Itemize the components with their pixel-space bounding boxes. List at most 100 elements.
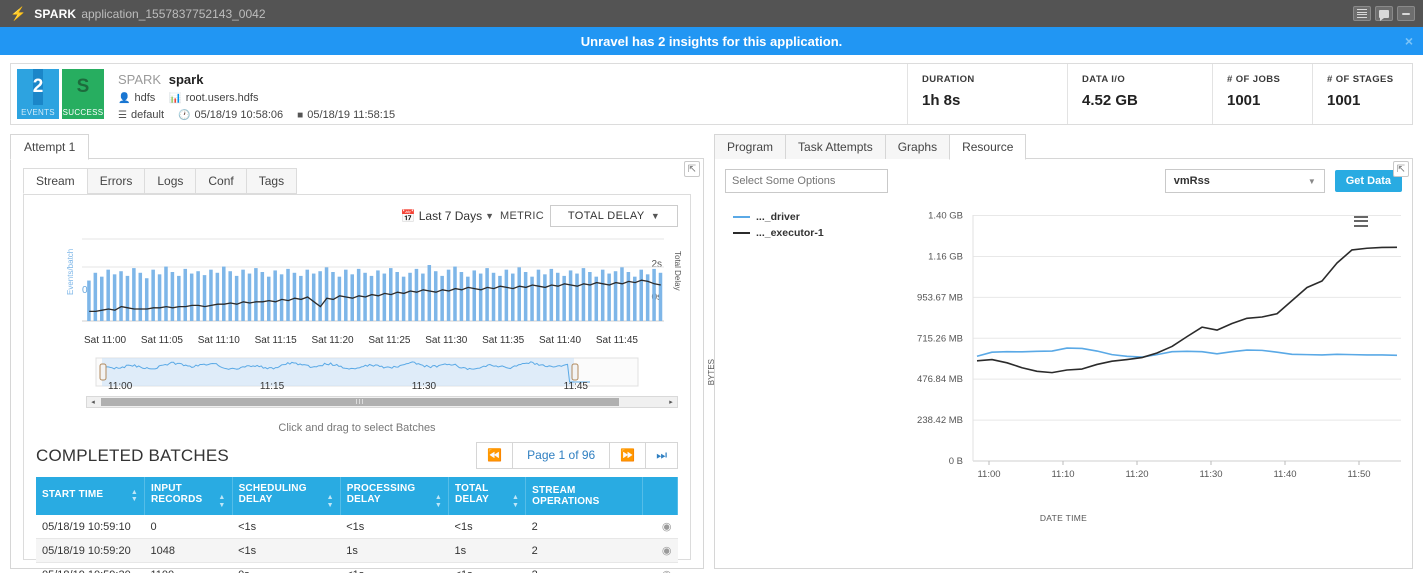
subtab-logs[interactable]: Logs — [144, 168, 196, 194]
cell-start-time: 05/18/19 10:59:20 — [36, 539, 144, 563]
cell-start-time: 05/18/19 10:59:30 — [36, 563, 144, 573]
kpi-jobs: # OF JOBS 1001 — [1212, 64, 1312, 124]
chevron-down-icon: ▼ — [651, 211, 660, 221]
cell-input-records: 1100 — [144, 563, 232, 573]
column-stream-operations[interactable]: STREAM OPERATIONS — [526, 477, 643, 515]
subtab-conf[interactable]: Conf — [195, 168, 246, 194]
sort-icon: ▲ ▼ — [218, 494, 225, 509]
subtab-stream[interactable]: Stream — [23, 168, 88, 194]
subtab-errors[interactable]: Errors — [87, 168, 146, 194]
stream-xlabel: Sat 11:05 — [141, 335, 183, 346]
resource-chart[interactable]: ..._driver ..._executor-1 0 B 238.42 MB 47… — [715, 199, 1412, 529]
kpi-data-io-value: 4.52 GB — [1082, 92, 1198, 109]
scrollbar-thumb[interactable]: III — [101, 398, 619, 406]
svg-text:0 B: 0 B — [949, 456, 963, 467]
stream-subtabs: Stream Errors Logs Conf Tags — [11, 159, 703, 194]
kpi-duration-value: 1h 8s — [922, 92, 1053, 109]
drag-hint-text: Click and drag to select Batches — [24, 408, 690, 434]
stream-xlabel: Sat 11:35 — [482, 335, 524, 346]
expand-right-panel-icon[interactable]: ⇱ — [1393, 161, 1409, 177]
column-start-time[interactable]: START TIME ▲ ▼ — [36, 477, 144, 515]
kpi-stages-label: # OF STAGES — [1327, 74, 1398, 85]
sort-icon: ▲ ▼ — [435, 494, 442, 509]
column-processing-delay[interactable]: PROCESSING DELAY ▲ ▼ — [340, 477, 448, 515]
table-row[interactable]: 05/18/19 10:59:30 1100 0s <1s <1s 2 ◉ — [36, 563, 678, 573]
app-owner-row: 👤 hdfs 📊 root.users.hdfs — [118, 92, 907, 104]
close-icon[interactable]: × — [1405, 34, 1413, 48]
stream-xlabel: Sat 11:10 — [198, 335, 240, 346]
cell-stream-operations: 2 — [526, 563, 643, 573]
user-icon: 👤 — [118, 93, 130, 104]
tab-resource[interactable]: Resource — [949, 134, 1026, 160]
app-pool-label: default — [131, 109, 164, 121]
app-kind: SPARK — [118, 72, 161, 87]
sort-icon: ▲ ▼ — [512, 494, 519, 509]
tab-program[interactable]: Program — [714, 134, 786, 160]
kpi-data-io: DATA I/O 4.52 GB — [1067, 64, 1212, 124]
minimize-icon[interactable] — [1397, 6, 1415, 21]
summary-badges: 2 EVENTS S SUCCESS — [11, 64, 104, 124]
column-total-delay[interactable]: TOTAL DELAY ▲ ▼ — [449, 477, 526, 515]
get-data-button[interactable]: Get Data — [1335, 170, 1402, 192]
insight-banner[interactable]: Unravel has 2 insights for this applicat… — [0, 27, 1423, 55]
navigator-xlabel: 11:45 — [564, 381, 588, 392]
column-input-records[interactable]: INPUT RECORDS ▲ ▼ — [144, 477, 232, 515]
svg-text:238.42 MB: 238.42 MB — [917, 415, 963, 426]
page-last-button[interactable]: ⏭ — [646, 443, 677, 468]
table-row[interactable]: 05/18/19 10:59:10 0 <1s <1s <1s 2 ◉ — [36, 515, 678, 539]
titlebar-app-id: application_1557837752143_0042 — [81, 7, 265, 21]
resource-chart-canvas: 0 B 238.42 MB 476.84 MB 715.26 MB 953.67 MB 1… — [715, 199, 1412, 529]
options-select-input[interactable] — [725, 169, 888, 193]
cell-input-records: 1048 — [144, 539, 232, 563]
application-meta: SPARK spark 👤 hdfs 📊 root.users.hdfs ☰ d… — [104, 64, 907, 124]
right-panel: Program Task Attempts Graphs Resource ⇱ … — [714, 133, 1413, 555]
svg-text:11:00: 11:00 — [977, 469, 1000, 480]
kpi-group: DURATION 1h 8s DATA I/O 4.52 GB # OF JOB… — [907, 64, 1412, 124]
cell-stream-operations: 2 — [526, 539, 643, 563]
tab-graphs[interactable]: Graphs — [885, 134, 950, 160]
app-time-row: ☰ default 🕐 05/18/19 10:58:06 ■ 05/18/19… — [118, 109, 907, 121]
window-controls — [1353, 6, 1417, 21]
eye-icon[interactable]: ◉ — [662, 569, 672, 573]
tab-task-attempts[interactable]: Task Attempts — [785, 134, 886, 160]
stream-chart-xlabels: Sat 11:00 Sat 11:05 Sat 11:10 Sat 11:15 … — [24, 333, 690, 346]
resource-metric-dropdown[interactable]: vmRss ▼ — [1165, 169, 1325, 193]
app-name: spark — [169, 72, 204, 87]
stop-icon: ■ — [297, 110, 303, 121]
kpi-jobs-label: # OF JOBS — [1227, 74, 1298, 85]
stream-xlabel: Sat 11:00 — [84, 335, 126, 346]
column-scheduling-delay[interactable]: SCHEDULING DELAY ▲ ▼ — [232, 477, 340, 515]
tab-attempt-1[interactable]: Attempt 1 — [10, 134, 89, 160]
page-prev-button[interactable]: ⏪ — [477, 443, 513, 468]
scroll-right-arrow-icon[interactable]: ▸ — [665, 397, 677, 407]
page-next-button[interactable]: ⏩ — [610, 443, 646, 468]
comment-icon[interactable] — [1375, 6, 1393, 21]
stream-xlabel: Sat 11:15 — [255, 335, 297, 346]
cell-scheduling-delay: 0s — [232, 563, 340, 573]
metric-dropdown[interactable]: TOTAL DELAY ▼ — [550, 205, 678, 227]
stream-xlabel: Sat 11:40 — [539, 335, 581, 346]
pagination-control: ⏪ Page 1 of 96 ⏩ ⏭ — [476, 442, 678, 469]
events-badge[interactable]: 2 EVENTS — [17, 69, 59, 119]
stream-delay-chart[interactable]: Events/batch 0 2s 0s Total Delay — [24, 233, 690, 333]
list-icon[interactable] — [1353, 6, 1371, 21]
right-panel-body: ⇱ vmRss ▼ Get Data ..._driver — [714, 159, 1413, 569]
subtab-tags[interactable]: Tags — [246, 168, 297, 194]
time-range-selector[interactable]: 📅 Last 7 Days ▼ — [401, 209, 494, 223]
eye-icon[interactable]: ◉ — [662, 521, 672, 533]
cell-start-time: 05/18/19 10:59:10 — [36, 515, 144, 539]
table-body: 05/18/19 10:59:10 0 <1s <1s <1s 2 ◉ 05/1… — [36, 515, 678, 573]
cell-processing-delay: <1s — [340, 515, 448, 539]
metric-dropdown-value: TOTAL DELAY — [568, 210, 645, 222]
application-summary-card: 2 EVENTS S SUCCESS SPARK spark 👤 hdfs 📊 … — [10, 63, 1413, 125]
table-row[interactable]: 05/18/19 10:59:20 1048 <1s 1s 1s 2 ◉ — [36, 539, 678, 563]
scroll-left-arrow-icon[interactable]: ◂ — [87, 397, 99, 407]
sort-icon: ▲ ▼ — [327, 494, 334, 509]
chart-navigator[interactable]: 11:00 11:15 11:30 11:45 — [86, 356, 678, 394]
app-end-time-label: 05/18/19 11:58:15 — [307, 109, 395, 121]
eye-icon[interactable]: ◉ — [662, 545, 672, 557]
navigator-scrollbar[interactable]: ◂ III ▸ — [86, 396, 678, 408]
expand-left-panel-icon[interactable]: ⇱ — [684, 161, 700, 177]
svg-text:1.40 GB: 1.40 GB — [928, 211, 963, 222]
table-header-row: START TIME ▲ ▼ INPUT RECORDS ▲ ▼ SCHEDULING … — [36, 477, 678, 515]
